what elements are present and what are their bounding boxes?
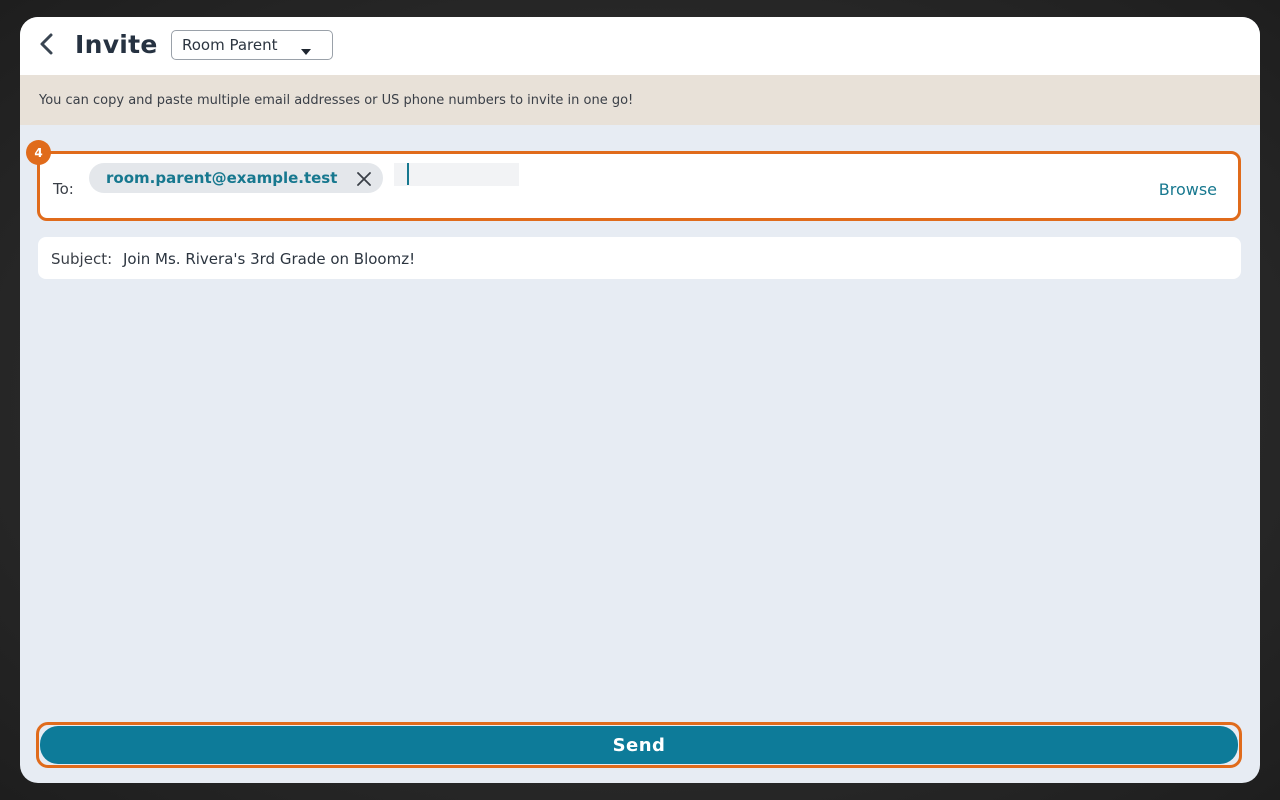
text-cursor (407, 163, 409, 185)
header-bar: Invite Room Parent (20, 17, 1260, 75)
invite-screen: Invite Room Parent You can copy and past… (20, 17, 1260, 783)
send-button[interactable]: Send (40, 726, 1238, 764)
step-badge: 4 (26, 140, 51, 165)
back-button[interactable] (34, 31, 60, 61)
recipient-chip[interactable]: room.parent@example.test (89, 163, 383, 193)
page-title: Invite (75, 30, 158, 59)
info-banner-text: You can copy and paste multiple email ad… (39, 93, 634, 108)
recipient-chip-email: room.parent@example.test (106, 169, 338, 187)
to-label: To: (53, 180, 74, 198)
close-icon[interactable] (357, 171, 371, 190)
browse-link[interactable]: Browse (1159, 180, 1217, 199)
caret-down-icon (300, 41, 312, 60)
role-dropdown-value: Room Parent (182, 36, 278, 54)
role-dropdown[interactable]: Room Parent (171, 30, 333, 60)
recipient-input[interactable] (394, 163, 519, 186)
chevron-left-icon (38, 32, 56, 60)
subject-label: Subject: (51, 250, 113, 268)
subject-value[interactable]: Join Ms. Rivera's 3rd Grade on Bloomz! (123, 250, 415, 268)
